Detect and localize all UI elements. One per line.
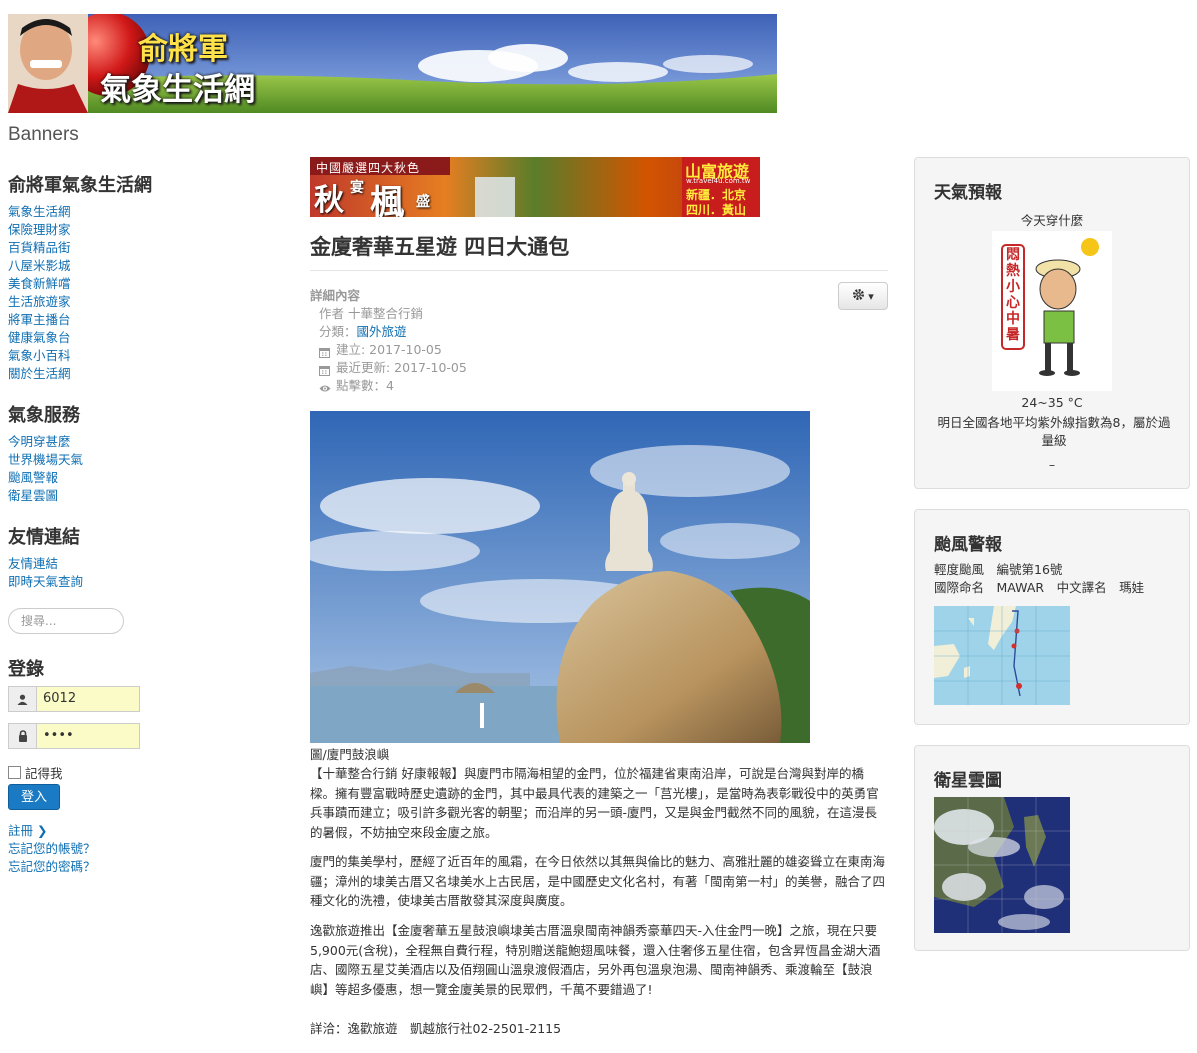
account-links: 註冊 ❯ 忘記您的帳號？ 忘記您的密碼？ [8, 822, 96, 876]
ad-destinations-2: 四川．黃山 [686, 203, 747, 217]
site-menu-heading: 俞將軍氣象生活網 [8, 175, 152, 196]
caret-down-icon: ▾ [868, 289, 874, 303]
category-label: 分類： [319, 324, 357, 339]
remember-me-row[interactable]: 記得我 [8, 763, 63, 782]
menu-item-live-weather[interactable]: 即時天氣查詢 [8, 574, 83, 589]
calendar-icon [319, 345, 330, 358]
friend-links-heading: 友情連結 [8, 527, 80, 548]
hits-row: 點擊數：4 [310, 377, 467, 395]
login-button[interactable]: 登入 [8, 784, 60, 810]
menu-item-encyclopedia[interactable]: 氣象小百科 [8, 348, 71, 363]
register-link[interactable]: 註冊 ❯ [8, 823, 47, 838]
forgot-password-link[interactable]: 忘記您的密碼？ [8, 859, 96, 874]
article-tools-button[interactable]: ▾ [838, 282, 888, 310]
menu-item-weather-life[interactable]: 氣象生活網 [8, 204, 71, 219]
weather-badge-text: 悶熱小心中暑 [1006, 247, 1020, 343]
category-row: 分類：國外旅遊 [310, 323, 467, 341]
typhoon-line-1: 輕度颱風 編號第16號 [934, 562, 1063, 577]
menu-item-typhoon[interactable]: 颱風警報 [8, 470, 58, 485]
photo-caption: 圖/廈門鼓浪嶼 [310, 747, 390, 762]
forgot-username-link[interactable]: 忘記您的帳號？ [8, 841, 96, 856]
menu-item-health[interactable]: 健康氣象台 [8, 330, 71, 345]
friend-links-list: 友情連結 即時天氣查詢 [8, 555, 83, 591]
username-value[interactable]: 6012 [37, 687, 139, 711]
remember-me-checkbox[interactable] [8, 766, 21, 779]
password-field[interactable]: •••• [8, 723, 140, 749]
typhoon-module: 颱風警報 輕度颱風 編號第16號 國際命名 MAWAR 中文譯名 瑪娃 [914, 509, 1190, 725]
temperature-range: 24~35 °C [1021, 395, 1083, 410]
satellite-module: 衛星雲圖 [914, 745, 1190, 951]
weather-service-heading: 氣象服務 [8, 405, 80, 426]
ad-url: w.travel4u.com.tw [686, 177, 751, 185]
search-input[interactable]: 搜尋... [8, 608, 124, 634]
category-link[interactable]: 國外旅遊 [357, 324, 407, 339]
weather-service-list: 今明穿甚麼 世界機場天氣 颱風警報 衛星雲圖 [8, 433, 83, 505]
weather-forecast-module: 天氣預報 今天穿什麼 悶熱小心中暑 24~35 °C 明日全國各地平均紫外線指數… [914, 157, 1190, 489]
author-row: 作者 十華整合行銷 [310, 305, 467, 323]
ad-banner[interactable]: 中國嚴選四大秋色 秋 宴 楓 盛 山富旅遊 w.travel4u.com.tw … [310, 157, 760, 217]
created-date: 建立: 2017-10-05 [336, 342, 442, 357]
weather-illustration[interactable]: 悶熱小心中暑 [992, 231, 1112, 391]
typhoon-line-2: 國際命名 MAWAR 中文譯名 瑪娃 [934, 580, 1145, 595]
eye-icon [319, 381, 331, 392]
satellite-heading: 衛星雲圖 [934, 771, 1002, 791]
article-photo [310, 411, 810, 743]
menu-item-food[interactable]: 美食新鮮嚐 [8, 276, 71, 291]
password-value[interactable]: •••• [37, 724, 139, 748]
ad-main-text1: 秋 [314, 183, 344, 217]
menu-item-airport-weather[interactable]: 世界機場天氣 [8, 452, 83, 467]
weather-forecast-heading: 天氣預報 [934, 183, 1002, 203]
hits-count: 點擊數：4 [336, 378, 394, 393]
menu-item-boutique[interactable]: 百貨精品街 [8, 240, 71, 255]
typhoon-map[interactable] [934, 606, 1070, 705]
banners-label: Banners [8, 124, 79, 145]
title-divider [310, 270, 888, 271]
menu-item-anchor[interactable]: 將軍主播台 [8, 312, 71, 327]
menu-item-travel[interactable]: 生活旅遊家 [8, 294, 71, 309]
site-menu-list: 氣象生活網 保險理財家 百貨精品街 八屋米影城 美食新鮮嚐 生活旅遊家 將軍主播… [8, 203, 71, 383]
ad-top-text: 中國嚴選四大秋色 [316, 161, 421, 175]
menu-item-what-to-wear[interactable]: 今明穿甚麼 [8, 434, 71, 449]
article-paragraph: 逸歡旅遊推出【金廈奢華五星鼓浪嶼埭美古厝溫泉閩南神韻秀豪華四天-入住金門一晚】之… [310, 923, 881, 997]
menu-item-satellite[interactable]: 衛星雲圖 [8, 488, 58, 503]
weather-dash: – [1048, 457, 1056, 472]
login-heading: 登錄 [8, 659, 44, 680]
menu-item-insurance[interactable]: 保險理財家 [8, 222, 71, 237]
article-contact: 詳洽：逸歡旅遊 凱越旅行社02-2501-2115 [310, 1021, 562, 1036]
username-field[interactable]: 6012 [8, 686, 140, 712]
lock-icon [9, 724, 37, 748]
uv-index-text: 明日全國各地平均紫外線指數為8，屬於過量級 [937, 415, 1171, 448]
weather-subtitle: 今天穿什麼 [1020, 213, 1084, 228]
menu-item-cinema[interactable]: 八屋米影城 [8, 258, 71, 273]
chevron-right-icon: ❯ [37, 823, 48, 838]
created-row: 建立: 2017-10-05 [310, 341, 467, 359]
gear-icon [852, 288, 865, 304]
typhoon-heading: 颱風警報 [934, 535, 1002, 555]
updated-row: 最近更新: 2017-10-05 [310, 359, 467, 377]
ad-main-text2: 宴 [350, 180, 364, 196]
updated-date: 最近更新: 2017-10-05 [336, 360, 467, 375]
article-title: 金廈奢華五星遊 四日大通包 [310, 234, 570, 259]
banner-title-line1: 俞將軍 [138, 32, 228, 67]
author-text: 作者 十華整合行銷 [319, 306, 423, 321]
banner-title-line2: 氣象生活網 [100, 72, 255, 108]
site-header-banner[interactable]: 俞將軍 氣象生活網 [8, 14, 777, 113]
calendar-icon [319, 363, 330, 376]
ad-main-text3: 楓 [370, 183, 404, 217]
menu-item-about[interactable]: 關於生活網 [8, 366, 71, 381]
details-label: 詳細內容 [310, 288, 361, 303]
article-paragraph: 【十華整合行銷 好康報報】與廈門市隔海相望的金門，位於福建省東南沿岸，可說是台灣… [310, 766, 879, 840]
satellite-image[interactable] [934, 797, 1070, 933]
ad-main-text4: 盛 [416, 194, 430, 210]
article-info: 詳細內容 作者 十華整合行銷 分類：國外旅遊 建立: 2017-10-05 最近… [310, 287, 467, 395]
menu-item-friend-links[interactable]: 友情連結 [8, 556, 58, 571]
article-paragraph: 廈門的集美學村，歷經了近百年的風霜，在今日依然以其無與倫比的魅力、高雅壯麗的雄姿… [310, 854, 886, 908]
user-icon [9, 687, 37, 711]
remember-me-label: 記得我 [25, 766, 63, 781]
